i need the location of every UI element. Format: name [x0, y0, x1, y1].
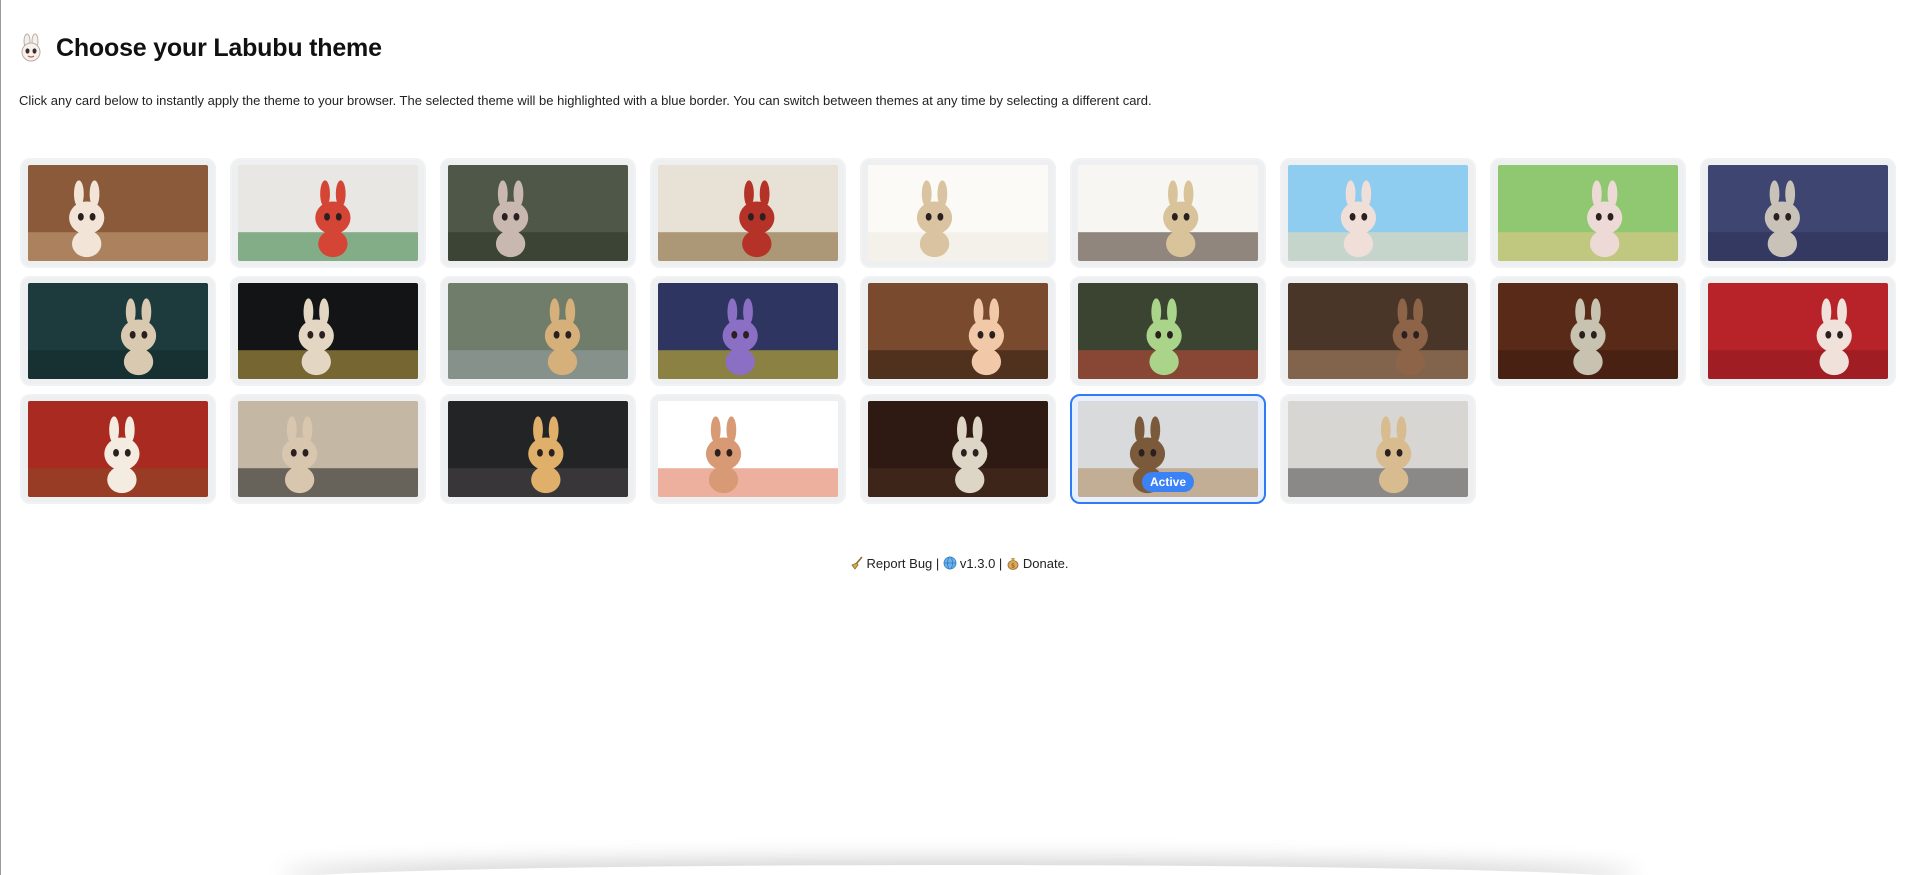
theme-card[interactable] — [1070, 276, 1266, 386]
theme-thumbnail — [28, 401, 208, 497]
theme-thumbnail — [1708, 283, 1888, 379]
theme-card[interactable] — [1700, 158, 1896, 268]
theme-card[interactable] — [860, 158, 1056, 268]
labubu-icon — [16, 33, 46, 63]
theme-thumbnail — [658, 283, 838, 379]
theme-thumbnail — [238, 283, 418, 379]
theme-thumbnail — [658, 165, 838, 261]
bottom-shadow — [280, 865, 1638, 875]
theme-card[interactable] — [1070, 158, 1266, 268]
donate-link[interactable]: Donate. — [1023, 556, 1069, 571]
active-badge: Active — [1141, 472, 1195, 492]
theme-card[interactable] — [1490, 158, 1686, 268]
instructions-text: Click any card below to instantly apply … — [19, 93, 1152, 108]
theme-card[interactable] — [20, 394, 216, 504]
theme-card[interactable] — [1280, 276, 1476, 386]
broom-icon — [850, 556, 864, 570]
svg-text:$: $ — [1011, 563, 1015, 570]
theme-thumbnail — [1708, 165, 1888, 261]
theme-card[interactable] — [650, 276, 846, 386]
theme-card[interactable] — [230, 158, 426, 268]
theme-thumbnail — [1288, 401, 1468, 497]
theme-card[interactable] — [440, 276, 636, 386]
theme-thumbnail — [1288, 283, 1468, 379]
theme-thumbnail — [1288, 165, 1468, 261]
window-edge — [0, 0, 1, 875]
theme-thumbnail — [448, 165, 628, 261]
theme-card[interactable] — [1280, 394, 1476, 504]
theme-card[interactable]: Active — [1070, 394, 1266, 504]
theme-thumbnail — [1078, 165, 1258, 261]
theme-card[interactable] — [860, 394, 1056, 504]
theme-thumbnail — [28, 165, 208, 261]
theme-thumbnail — [238, 401, 418, 497]
theme-card[interactable] — [1490, 276, 1686, 386]
theme-card[interactable] — [20, 158, 216, 268]
theme-thumbnail — [238, 165, 418, 261]
theme-card[interactable] — [440, 158, 636, 268]
theme-card[interactable] — [20, 276, 216, 386]
theme-card[interactable] — [230, 394, 426, 504]
report-bug-link[interactable]: Report Bug — [867, 556, 933, 571]
theme-card[interactable] — [1280, 158, 1476, 268]
theme-card[interactable] — [650, 158, 846, 268]
version-link[interactable]: v1.3.0 — [960, 556, 995, 571]
theme-thumbnail — [1078, 283, 1258, 379]
footer-separator: | — [995, 556, 1006, 571]
theme-thumbnail — [1498, 165, 1678, 261]
page: Choose your Labubu theme Click any card … — [0, 0, 1918, 875]
theme-thumbnail — [28, 283, 208, 379]
page-title: Choose your Labubu theme — [56, 33, 382, 62]
theme-thumbnail — [1498, 283, 1678, 379]
theme-thumbnail — [868, 401, 1048, 497]
theme-thumbnail — [868, 165, 1048, 261]
theme-thumbnail — [868, 283, 1048, 379]
footer-separator: | — [932, 556, 943, 571]
money-bag-icon: $ — [1006, 556, 1020, 570]
page-header: Choose your Labubu theme — [16, 33, 382, 63]
theme-card[interactable] — [1700, 276, 1896, 386]
theme-card[interactable] — [650, 394, 846, 504]
theme-card[interactable] — [440, 394, 636, 504]
theme-thumbnail — [658, 401, 838, 497]
theme-card[interactable] — [860, 276, 1056, 386]
theme-thumbnail — [448, 283, 628, 379]
theme-thumbnail — [448, 401, 628, 497]
globe-icon — [943, 556, 957, 570]
theme-grid: Active — [20, 158, 1896, 504]
theme-card[interactable] — [230, 276, 426, 386]
footer: Report Bug | v1.3.0 | $ Donate. — [0, 556, 1918, 571]
